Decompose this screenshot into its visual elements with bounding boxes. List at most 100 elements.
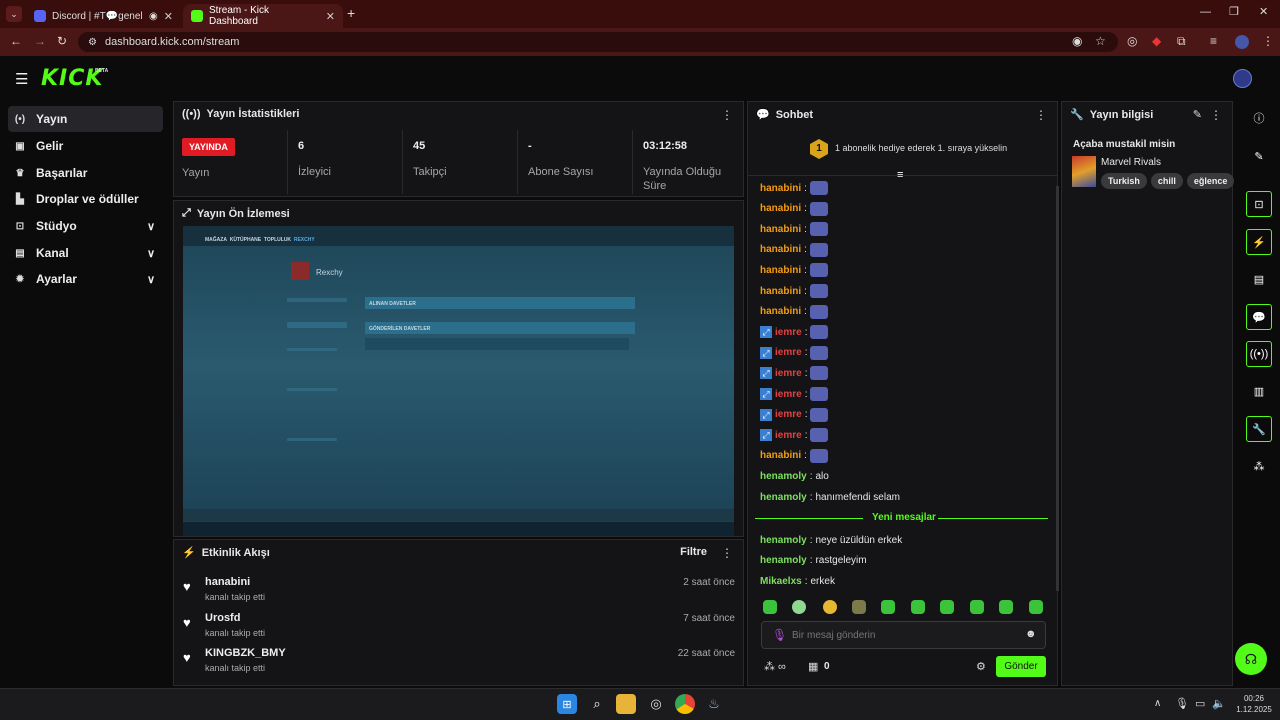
- community-icon[interactable]: ⁂: [1246, 453, 1272, 479]
- chrome-icon[interactable]: [675, 694, 695, 714]
- microphone-icon[interactable]: 🎙: [1175, 697, 1189, 710]
- forward-icon[interactable]: →: [34, 34, 46, 48]
- sidebar-item-droplar[interactable]: ▙ Droplar ve ödüller: [8, 186, 163, 212]
- chat-username[interactable]: henamoly: [760, 471, 807, 482]
- activity-username[interactable]: hanabini: [205, 576, 250, 588]
- menu-icon[interactable]: ⋮: [1262, 34, 1274, 48]
- emote-image[interactable]: [810, 366, 829, 381]
- chat-username[interactable]: iemre: [775, 409, 802, 420]
- reload-icon[interactable]: ↻: [57, 34, 67, 48]
- emote-button[interactable]: [763, 600, 777, 614]
- reading-list-icon[interactable]: ≡: [1210, 34, 1217, 48]
- emote-image[interactable]: [809, 304, 828, 319]
- app-icon[interactable]: ◎: [646, 694, 666, 714]
- activity-username[interactable]: Urosfd: [205, 612, 240, 624]
- lightning-icon[interactable]: ⚡: [1246, 229, 1272, 255]
- chat-username[interactable]: hanabini: [760, 450, 801, 461]
- chat-username[interactable]: iemre: [775, 347, 802, 358]
- extension-icon[interactable]: ◎: [1127, 34, 1137, 48]
- tab-list-button[interactable]: ⌄: [6, 6, 22, 22]
- stream-category[interactable]: Marvel Rivals: [1101, 157, 1161, 168]
- emote-image[interactable]: [809, 181, 828, 195]
- clock[interactable]: 00:26 1.12.2025: [1234, 693, 1274, 715]
- emote-button[interactable]: [881, 600, 895, 614]
- points-icon[interactable]: ⁂ ∞: [764, 660, 786, 673]
- chat-username[interactable]: hanabini: [760, 224, 801, 235]
- tab-discord[interactable]: Discord | #T💬genel | Spo ◉ ✕: [26, 4, 181, 28]
- emote-image[interactable]: [809, 201, 828, 216]
- emote-button[interactable]: [823, 600, 837, 614]
- steam-icon[interactable]: ♨: [704, 694, 724, 714]
- emote-image[interactable]: [810, 345, 829, 360]
- close-icon[interactable]: ✕: [164, 10, 173, 23]
- send-button[interactable]: Gönder: [996, 656, 1046, 677]
- chat-username[interactable]: iemre: [775, 327, 802, 338]
- extension-icon[interactable]: ◆: [1152, 34, 1161, 48]
- chat-username[interactable]: hanabini: [760, 306, 801, 317]
- back-icon[interactable]: ←: [10, 34, 22, 48]
- emote-image[interactable]: [810, 428, 829, 443]
- chat-username[interactable]: hanabini: [760, 183, 801, 194]
- emote-image[interactable]: [810, 387, 829, 401]
- more-options-icon[interactable]: ⋮: [721, 108, 733, 122]
- chat-username[interactable]: hanabini: [760, 244, 801, 255]
- chat-username[interactable]: hanabini: [760, 203, 801, 214]
- more-options-icon[interactable]: ⋮: [1210, 108, 1222, 122]
- emote-image[interactable]: [810, 407, 829, 422]
- sidebar-item-gelir[interactable]: ▣ Gelir: [8, 133, 163, 159]
- microphone-icon[interactable]: 🎙: [772, 628, 787, 642]
- activity-username[interactable]: KINGBZK_BMY: [205, 647, 286, 659]
- tag-pill[interactable]: chill: [1150, 173, 1183, 189]
- support-headset-icon[interactable]: ☊: [1235, 643, 1267, 675]
- site-info-icon[interactable]: ⚙: [88, 37, 97, 48]
- more-options-icon[interactable]: ⋮: [721, 546, 733, 560]
- chat-username[interactable]: iemre: [775, 368, 802, 379]
- chat-username[interactable]: iemre: [775, 430, 802, 441]
- wrench-icon[interactable]: 🔧: [1246, 416, 1272, 442]
- sidebar-item-kanal[interactable]: ▤ Kanal ∨: [8, 240, 163, 266]
- chat-username[interactable]: Mikaelxs: [760, 576, 802, 587]
- chat-icon[interactable]: 💬: [1246, 304, 1272, 330]
- emote-button[interactable]: [911, 600, 925, 614]
- info-icon[interactable]: ⓘ: [1246, 105, 1272, 131]
- gift-sub-prompt[interactable]: 1 abonelik hediye ederek 1. sıraya yükse…: [835, 143, 1007, 153]
- windows-start-icon[interactable]: ⊞: [557, 694, 577, 714]
- settings-gear-icon[interactable]: ⚙: [976, 660, 986, 673]
- sidebar-item-basarilar[interactable]: ♛ Başarılar: [8, 160, 163, 186]
- chat-username[interactable]: iemre: [775, 389, 802, 400]
- emote-image[interactable]: [809, 263, 828, 278]
- emote-button[interactable]: [792, 600, 806, 614]
- maximize-button[interactable]: ❐: [1229, 5, 1239, 18]
- tag-pill[interactable]: Turkish: [1101, 173, 1147, 189]
- eye-icon[interactable]: ◉: [1072, 34, 1082, 48]
- emote-image[interactable]: [809, 284, 828, 298]
- sidebar-item-ayarlar[interactable]: ✹ Ayarlar ∨: [8, 266, 163, 292]
- category-thumbnail[interactable]: [1072, 156, 1096, 187]
- bookmark-star-icon[interactable]: ☆: [1095, 34, 1106, 48]
- emoji-picker-icon[interactable]: ☻: [1025, 628, 1037, 640]
- emote-button[interactable]: [1029, 600, 1043, 614]
- edit-icon[interactable]: ✎: [1193, 108, 1202, 121]
- sidebar-item-yayin[interactable]: (•) Yayın: [8, 106, 163, 132]
- hamburger-menu-icon[interactable]: ☰: [15, 70, 28, 88]
- chat-username[interactable]: henamoly: [760, 535, 807, 546]
- filter-button[interactable]: Filtre: [680, 546, 707, 558]
- pencil-icon[interactable]: ✎: [1246, 143, 1272, 169]
- store-icon[interactable]: ▦: [808, 660, 818, 673]
- search-icon[interactable]: ⌕: [587, 694, 607, 714]
- new-tab-button[interactable]: +: [347, 5, 355, 21]
- puzzle-icon[interactable]: ⧉: [1177, 34, 1186, 49]
- emote-button[interactable]: [940, 600, 954, 614]
- chat-username[interactable]: henamoly: [760, 492, 807, 503]
- stream-preview-video[interactable]: MAĞAZA KÜTÜPHANE TOPLULUK REXCHY Rexchy …: [183, 226, 734, 536]
- emote-image[interactable]: [809, 222, 828, 237]
- emote-button[interactable]: [999, 600, 1013, 614]
- emote-button[interactable]: [970, 600, 984, 614]
- chat-scrollbar[interactable]: [1056, 186, 1059, 591]
- tray-expand-icon[interactable]: ∧: [1154, 698, 1161, 709]
- layout-icon[interactable]: ▥: [1246, 378, 1272, 404]
- network-icon[interactable]: ▭: [1195, 697, 1205, 710]
- chat-message-input[interactable]: [792, 627, 1012, 643]
- minimize-button[interactable]: —: [1200, 6, 1211, 18]
- chat-username[interactable]: hanabini: [760, 265, 801, 276]
